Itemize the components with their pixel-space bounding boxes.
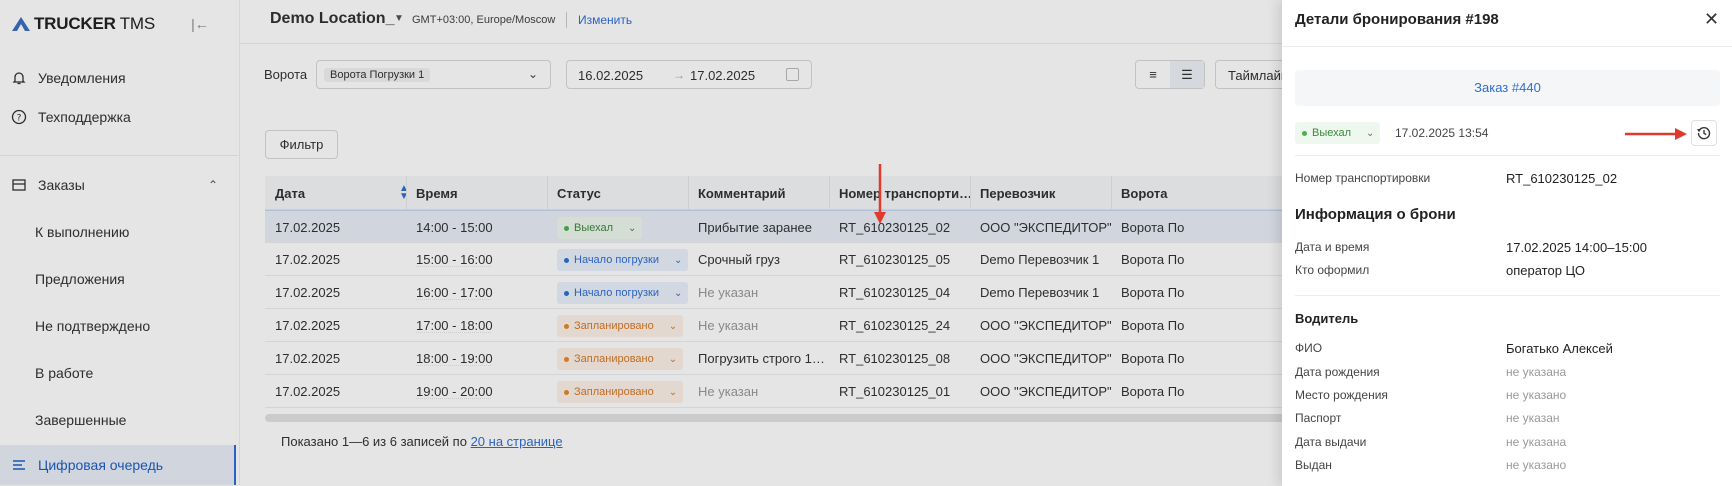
booking-details-drawer: Детали бронирования #198 ✕ Заказ #440 Вы…	[1282, 0, 1732, 486]
birth-place-value: не указано	[1506, 388, 1567, 402]
datetime-label: Дата и время	[1295, 240, 1370, 254]
transport-number-label: Номер транспортировки	[1295, 171, 1431, 185]
status-timestamp: 17.02.2025 13:54	[1395, 126, 1489, 140]
chevron-down-icon: ⌄	[1366, 127, 1375, 139]
driver-name-label: ФИО	[1295, 341, 1323, 355]
annotation-arrow-right	[1625, 128, 1687, 140]
history-button[interactable]	[1691, 120, 1717, 146]
divider	[1295, 155, 1720, 156]
driver-name-value: Богатько Алексей	[1506, 341, 1613, 356]
issued-by-label: Кто оформил	[1295, 263, 1370, 277]
drawer-title: Детали бронирования #198	[1295, 11, 1499, 28]
booking-info-heading: Информация о брони	[1295, 206, 1456, 223]
divider	[1282, 46, 1732, 47]
history-icon	[1697, 127, 1711, 140]
issued-by-value: оператор ЦО	[1506, 263, 1585, 278]
passport-value: не указан	[1506, 411, 1560, 425]
birth-date-label: Дата рождения	[1295, 365, 1380, 379]
issue-date-label: Дата выдачи	[1295, 435, 1367, 449]
transport-number-value: RT_610230125_02	[1506, 171, 1618, 186]
birth-date-value: не указана	[1506, 365, 1567, 379]
divider	[1295, 295, 1720, 296]
passport-label: Паспорт	[1295, 411, 1342, 425]
issued-by-authority-label: Выдан	[1295, 458, 1332, 472]
annotation-arrow-down	[874, 164, 886, 224]
status-dropdown[interactable]: Выехал ⌄	[1295, 122, 1381, 144]
close-icon[interactable]: ✕	[1704, 9, 1719, 30]
status-label: Выехал	[1312, 127, 1352, 139]
datetime-value: 17.02.2025 14:00–15:00	[1506, 240, 1647, 255]
birth-place-label: Место рождения	[1295, 388, 1388, 402]
status-dot	[1302, 130, 1307, 136]
order-link[interactable]: Заказ #440	[1295, 70, 1720, 106]
issue-date-value: не указана	[1506, 435, 1567, 449]
modal-overlay[interactable]	[0, 0, 1282, 486]
driver-heading: Водитель	[1295, 311, 1359, 326]
issued-by-authority-value: не указано	[1506, 458, 1567, 472]
